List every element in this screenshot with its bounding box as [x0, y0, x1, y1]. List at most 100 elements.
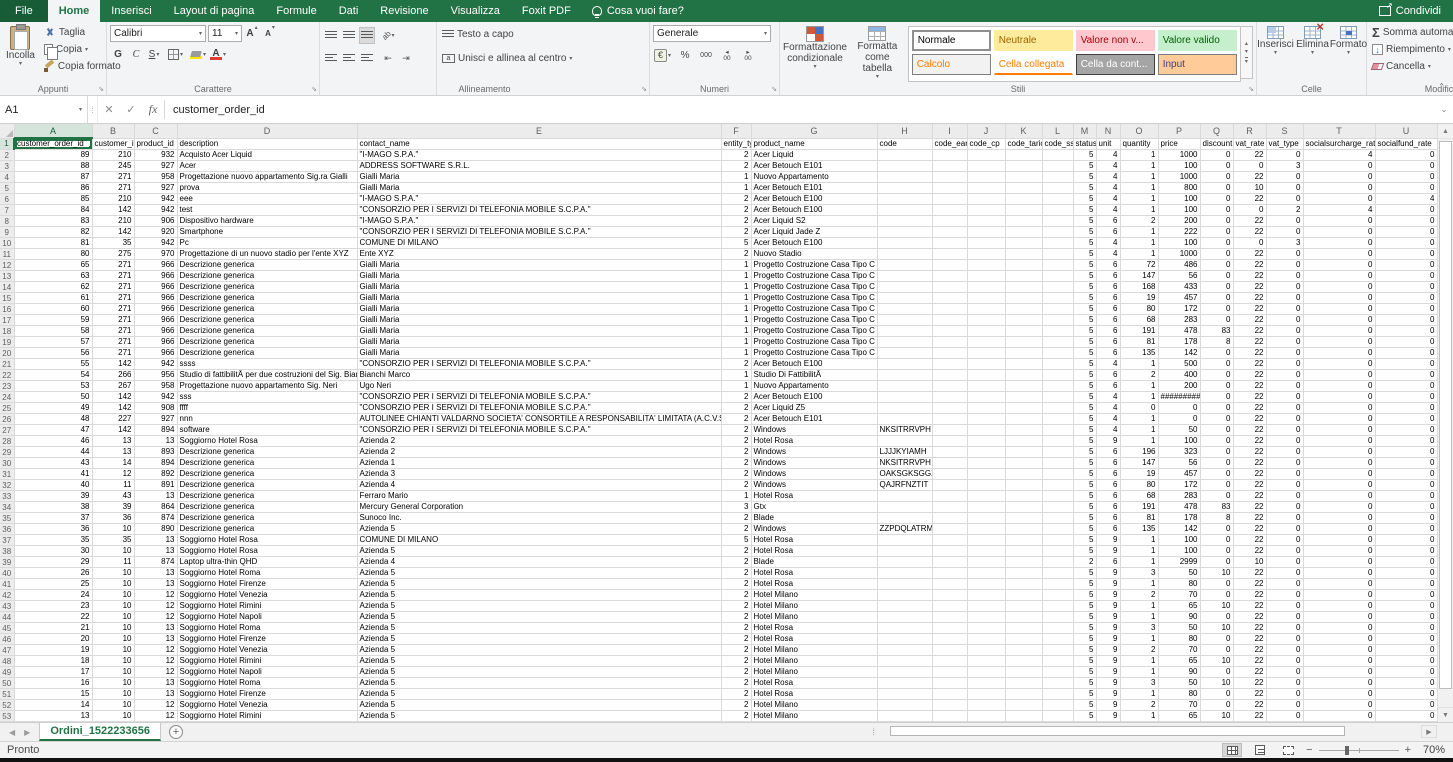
- cell[interactable]: [877, 711, 932, 722]
- cell[interactable]: 0: [1266, 260, 1303, 271]
- cell[interactable]: 100: [1158, 238, 1200, 249]
- cell[interactable]: 5: [1073, 150, 1096, 161]
- cell[interactable]: 0: [1266, 667, 1303, 678]
- comma-style-button[interactable]: 000: [698, 47, 714, 64]
- cell[interactable]: 0: [1303, 304, 1375, 315]
- cell[interactable]: 37: [14, 513, 92, 524]
- cell[interactable]: "CONSORZIO PER I SERVIZI DI TELEFONIA MO…: [357, 392, 721, 403]
- percent-button[interactable]: %: [677, 47, 693, 64]
- cell[interactable]: [1042, 315, 1073, 326]
- cell[interactable]: 13: [134, 546, 177, 557]
- cell[interactable]: 2: [721, 249, 751, 260]
- accounting-format-button[interactable]: €▾: [653, 47, 672, 64]
- cell[interactable]: 906: [134, 216, 177, 227]
- cell[interactable]: 142: [1158, 524, 1200, 535]
- cell[interactable]: 5: [1073, 524, 1096, 535]
- cell[interactable]: 89: [14, 150, 92, 161]
- cell[interactable]: [932, 601, 967, 612]
- cell[interactable]: 0: [1200, 238, 1233, 249]
- horizontal-scroll-thumb[interactable]: [890, 726, 1345, 736]
- cell[interactable]: 13: [134, 568, 177, 579]
- cell[interactable]: 1: [721, 282, 751, 293]
- cell[interactable]: 457: [1158, 293, 1200, 304]
- cell[interactable]: 50: [14, 392, 92, 403]
- cell[interactable]: customer_id: [92, 138, 134, 150]
- cell[interactable]: [932, 238, 967, 249]
- cell[interactable]: 26: [14, 568, 92, 579]
- cell[interactable]: 80: [14, 249, 92, 260]
- cell[interactable]: [1042, 348, 1073, 359]
- cell[interactable]: [932, 645, 967, 656]
- cell[interactable]: code_cp: [967, 138, 1005, 150]
- scroll-right-icon[interactable]: ▶: [1421, 725, 1437, 738]
- cell[interactable]: 87: [14, 172, 92, 183]
- cell[interactable]: 942: [134, 392, 177, 403]
- cell[interactable]: [967, 260, 1005, 271]
- formula-bar-splitter[interactable]: ⁞: [88, 96, 98, 123]
- cell[interactable]: 0: [1303, 260, 1375, 271]
- row-number[interactable]: 17: [0, 315, 14, 326]
- cell[interactable]: 5: [1073, 172, 1096, 183]
- cell[interactable]: 0: [1200, 260, 1233, 271]
- style-cella-da-cont-[interactable]: Cella da cont...: [1076, 54, 1155, 75]
- cell[interactable]: 0: [1303, 359, 1375, 370]
- cell[interactable]: [1042, 337, 1073, 348]
- cell[interactable]: 5: [1073, 447, 1096, 458]
- cell[interactable]: Soggiorno Hotel Rimini: [177, 601, 357, 612]
- cell[interactable]: 5: [1073, 678, 1096, 689]
- zoom-out-button[interactable]: −: [1306, 744, 1312, 756]
- cell[interactable]: [1005, 568, 1042, 579]
- cell[interactable]: [967, 326, 1005, 337]
- column-header-C[interactable]: C: [134, 124, 177, 138]
- cell[interactable]: 135: [1120, 524, 1158, 535]
- cell[interactable]: 23: [14, 601, 92, 612]
- cell[interactable]: Soggiorno Hotel Napoli: [177, 667, 357, 678]
- cell[interactable]: 5: [1073, 700, 1096, 711]
- cell[interactable]: [932, 194, 967, 205]
- cell[interactable]: 84: [14, 205, 92, 216]
- cell[interactable]: 0: [1200, 150, 1233, 161]
- cell[interactable]: 5: [1073, 403, 1096, 414]
- cell[interactable]: 16: [14, 678, 92, 689]
- cell[interactable]: OAKSGKSGGX: [877, 469, 932, 480]
- cell[interactable]: 0: [1266, 348, 1303, 359]
- cell[interactable]: [877, 491, 932, 502]
- tab-scroll-ellipsis[interactable]: ⁞: [872, 727, 875, 737]
- cell[interactable]: 0: [1375, 282, 1437, 293]
- column-header-D[interactable]: D: [177, 124, 357, 138]
- cell[interactable]: Azienda 2: [357, 447, 721, 458]
- cell[interactable]: [1005, 623, 1042, 634]
- cell[interactable]: 0: [1375, 359, 1437, 370]
- cell[interactable]: 10: [1200, 623, 1233, 634]
- cell[interactable]: 1: [721, 183, 751, 194]
- cell[interactable]: Azienda 3: [357, 469, 721, 480]
- cell[interactable]: 70: [1158, 700, 1200, 711]
- cell[interactable]: 0: [1375, 161, 1437, 172]
- cell[interactable]: Soggiorno Hotel Napoli: [177, 612, 357, 623]
- cell[interactable]: [1005, 414, 1042, 425]
- cell[interactable]: 0: [1266, 337, 1303, 348]
- cell[interactable]: 196: [1120, 447, 1158, 458]
- cell[interactable]: 0: [1200, 579, 1233, 590]
- cell[interactable]: 5: [1073, 271, 1096, 282]
- cell[interactable]: 10: [1200, 568, 1233, 579]
- row-number[interactable]: 28: [0, 436, 14, 447]
- cell[interactable]: ssss: [177, 359, 357, 370]
- cell[interactable]: [967, 612, 1005, 623]
- cell[interactable]: 0: [1375, 260, 1437, 271]
- cell[interactable]: 2999: [1158, 557, 1200, 568]
- sheet-prev-icon[interactable]: ◀: [9, 728, 15, 737]
- cell[interactable]: 22: [1233, 172, 1266, 183]
- cell[interactable]: Gialli Maria: [357, 172, 721, 183]
- cell[interactable]: 0: [1303, 634, 1375, 645]
- cell[interactable]: 2: [721, 557, 751, 568]
- cell[interactable]: 267: [92, 381, 134, 392]
- cell[interactable]: Soggiorno Hotel Rosa: [177, 546, 357, 557]
- cell[interactable]: test: [177, 205, 357, 216]
- cell[interactable]: 14: [14, 700, 92, 711]
- cell[interactable]: 85: [14, 194, 92, 205]
- cell[interactable]: 0: [1303, 403, 1375, 414]
- cell[interactable]: 9: [1096, 667, 1120, 678]
- cell[interactable]: 2: [721, 392, 751, 403]
- cell[interactable]: 22: [1233, 392, 1266, 403]
